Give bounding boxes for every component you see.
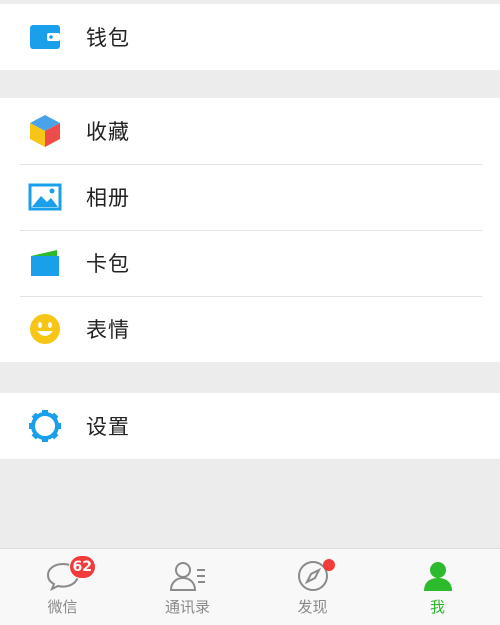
tab-label: 发现 <box>297 598 328 616</box>
menu-group-settings: 设置 <box>0 393 500 459</box>
smiley-icon <box>28 312 62 346</box>
me-person-icon <box>418 559 458 593</box>
menu-group-media: 收藏 相册 卡包 表情 <box>0 98 500 362</box>
tab-chats[interactable]: 62 微信 <box>0 549 125 625</box>
menu-group-wallet: 钱包 <box>0 4 500 70</box>
tab-me[interactable]: 我 <box>375 549 500 625</box>
settings-gear-icon <box>28 409 62 443</box>
menu-item-label: 卡包 <box>86 252 130 276</box>
menu-item-label: 表情 <box>86 318 130 342</box>
menu-item-favorites[interactable]: 收藏 <box>0 98 500 164</box>
favorites-cube-icon <box>28 114 62 148</box>
bottom-tab-bar: 62 微信 通讯录 发现 我 <box>0 548 500 625</box>
menu-item-wallet[interactable]: 钱包 <box>0 4 500 70</box>
menu-item-label: 设置 <box>86 415 130 439</box>
unread-badge: 62 <box>68 555 96 579</box>
wallet-icon <box>28 20 62 54</box>
menu-item-label: 钱包 <box>86 26 130 50</box>
new-dot <box>322 559 335 571</box>
tab-contacts[interactable]: 通讯录 <box>125 549 250 625</box>
tab-label: 微信 <box>47 598 78 616</box>
tab-label: 通讯录 <box>164 598 210 616</box>
menu-item-label: 相册 <box>86 186 130 210</box>
menu-item-card-wallet[interactable]: 卡包 <box>0 230 500 296</box>
menu-item-album[interactable]: 相册 <box>0 164 500 230</box>
menu-item-settings[interactable]: 设置 <box>0 393 500 459</box>
tab-label: 我 <box>429 598 445 616</box>
compass-icon <box>293 559 335 593</box>
chat-bubble-icon: 62 <box>43 555 96 593</box>
card-wallet-icon <box>28 246 62 280</box>
tab-discover[interactable]: 发现 <box>250 549 375 625</box>
menu-item-label: 收藏 <box>86 120 130 144</box>
contacts-icon <box>168 559 208 593</box>
menu-item-stickers[interactable]: 表情 <box>0 296 500 362</box>
photo-album-icon <box>28 180 62 214</box>
